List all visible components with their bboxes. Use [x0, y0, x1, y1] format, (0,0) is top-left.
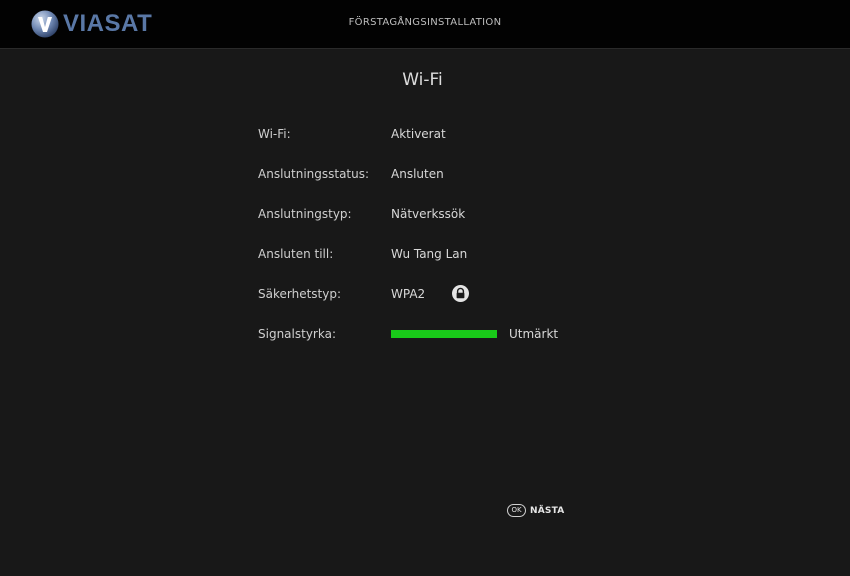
row-label: Säkerhetstyp:: [258, 287, 342, 301]
page-title: Wi-Fi: [402, 70, 443, 90]
top-bar: VIASAT FÖRSTAGÅNGSINSTALLATION: [0, 0, 850, 49]
row-value: Nätverkssök: [391, 207, 466, 221]
row-connection-status: Anslutningsstatus: Ansluten: [258, 164, 678, 204]
setup-screen: VIASAT FÖRSTAGÅNGSINSTALLATION Wi-Fi Wi-…: [0, 0, 850, 576]
row-value: Aktiverat: [391, 127, 446, 141]
row-security-type: Säkerhetstyp: WPA2: [258, 284, 678, 324]
signal-strength-fill: [391, 330, 497, 338]
row-label: Wi-Fi:: [258, 127, 291, 141]
row-value: WPA2: [391, 287, 426, 301]
row-label: Signalstyrka:: [258, 327, 336, 341]
next-button-label: NÄSTA: [530, 505, 565, 516]
row-value: Wu Tang Lan: [391, 247, 468, 261]
lock-icon: [452, 285, 469, 302]
row-connection-type: Anslutningstyp: Nätverkssök: [258, 204, 678, 244]
row-label: Anslutningsstatus:: [258, 167, 370, 181]
header-title: FÖRSTAGÅNGSINSTALLATION: [348, 17, 502, 28]
signal-strength-bar: [391, 330, 497, 338]
signal-strength-value: Utmärkt: [509, 327, 559, 341]
row-wifi: Wi-Fi: Aktiverat: [258, 124, 678, 164]
next-button[interactable]: OK NÄSTA: [507, 504, 564, 517]
row-value: Ansluten: [391, 167, 444, 181]
row-label: Ansluten till:: [258, 247, 334, 261]
ok-key-icon: OK: [507, 504, 526, 517]
row-signal-strength: Signalstyrka: Utmärkt: [258, 324, 678, 364]
row-connected-to: Ansluten till: Wu Tang Lan: [258, 244, 678, 284]
wifi-info-list: Wi-Fi: Aktiverat Anslutningsstatus: Ansl…: [258, 124, 678, 364]
row-label: Anslutningstyp:: [258, 207, 352, 221]
